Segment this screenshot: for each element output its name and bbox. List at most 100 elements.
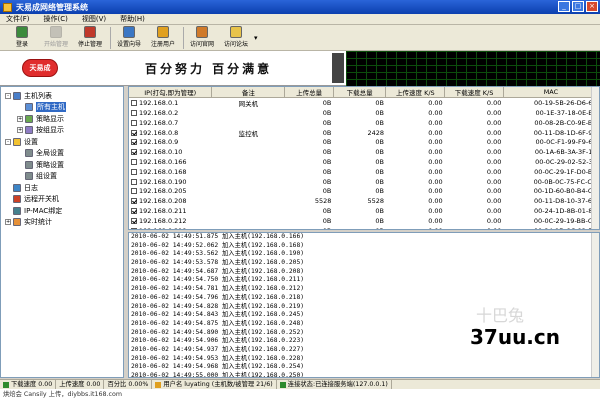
table-row[interactable]: 192.168.0.1 网关机 0B 0B 0.00 0.00 00-19-5B-26-D6…	[129, 98, 599, 108]
cell-download-speed: 0.00	[486, 118, 502, 127]
table-row[interactable]: 192.168.0.2180B0B0.000.0000-24-1D-8C-92-…	[129, 226, 599, 229]
table-row[interactable]: 192.168.0.10 0B 0B 0.00 0.00 00-1A-6B-3A-3F-1…	[129, 147, 599, 157]
manage-checkbox[interactable]	[131, 139, 137, 146]
manage-checkbox[interactable]	[131, 149, 137, 156]
manage-checkbox[interactable]	[131, 217, 137, 224]
table-row[interactable]: 192.168.0.190 0B 0B 0.00 0.00 00-0B-0C-75-FC-…	[129, 177, 599, 187]
ip-text: 192.168.0.10	[139, 148, 183, 157]
table-row[interactable]: 192.168.0.205 0B 0B 0.00 0.00 00-1D-60-B0-B4-…	[129, 187, 599, 197]
table-row[interactable]: 192.168.0.168 0B 0B 0.00 0.00 00-0C-29-1F-D0-…	[129, 167, 599, 177]
gear-icon	[25, 160, 33, 169]
table-row[interactable]: 192.168.0.208 5528 5528 0.00 0.00 00-11-D8-10…	[129, 196, 599, 206]
manage-checkbox[interactable]	[131, 208, 137, 215]
menu-view[interactable]: 视图(V)	[82, 14, 106, 24]
cell-note	[212, 206, 285, 216]
manage-checkbox[interactable]	[131, 178, 137, 185]
manage-checkbox[interactable]	[131, 198, 137, 205]
cell-download-total: 0B	[375, 216, 384, 225]
menu-help[interactable]: 帮助(H)	[120, 14, 145, 24]
table-row[interactable]: 192.168.0.211 0B 0B 0.00 0.00 00-24-1D-8B-01-…	[129, 206, 599, 216]
log-scrollbar[interactable]	[591, 233, 599, 377]
cell-download-speed: 0.00	[445, 226, 504, 229]
close-button[interactable]: ×	[586, 1, 598, 12]
expand-icon[interactable]: +	[17, 115, 23, 122]
cell-ip: 192.168.0.166	[129, 157, 212, 167]
cell-upload-speed: 0.00	[428, 207, 443, 216]
minimize-button[interactable]: _	[558, 1, 570, 12]
tree-item[interactable]: 全局设置	[17, 148, 64, 159]
table-row[interactable]: 192.168.0.212 0B 0B 0.00 0.00 00-0C-29-19-BB-…	[129, 216, 599, 226]
toolbar-button-3[interactable]: 设置向导	[113, 26, 145, 50]
expand-icon[interactable]: +	[5, 219, 11, 225]
col-download-speed[interactable]: 下载速度 K/S	[444, 87, 504, 98]
toolbar-button-4[interactable]: 注册用户	[147, 26, 179, 50]
banner-slogan: 百分努力 百分满意	[145, 62, 273, 76]
maximize-button[interactable]: □	[572, 1, 584, 12]
cell-download-total: 0B	[375, 108, 384, 117]
tree-item[interactable]: - 设置	[5, 136, 38, 147]
stats-icon	[13, 218, 21, 226]
cell-ip: 192.168.0.2	[129, 108, 212, 118]
tree-item[interactable]: 策略设置	[17, 159, 64, 170]
manage-checkbox[interactable]	[131, 159, 137, 166]
table-header: IP(打勾,即为管理) 备注 上传总量 下载总量 上传速度 K/S 下载速度 K…	[129, 87, 599, 98]
expand-icon[interactable]: +	[17, 127, 23, 133]
manage-checkbox[interactable]	[131, 129, 137, 136]
toolbar-button-0[interactable]: 登录	[6, 26, 38, 50]
table-row[interactable]: 192.168.0.166 0B 0B 0.00 0.00 00-0C-29-02-52-…	[129, 157, 599, 167]
title-bar: 天易成网络管理系统 _ □ ×	[0, 0, 600, 14]
col-ip[interactable]: IP(打勾,即为管理)	[129, 87, 213, 98]
ip-text: 192.168.0.218	[139, 227, 187, 229]
cell-upload-total: 0B	[322, 118, 332, 127]
cell-mac: 00-08-2B-C0-9E-B9	[534, 118, 597, 127]
tree-item[interactable]: + 实时统计	[5, 217, 52, 228]
cell-download-total: 0B	[375, 177, 384, 186]
toolbar-button-6[interactable]: 访问论坛	[220, 26, 252, 50]
cell-upload-speed: 0.00	[428, 187, 443, 196]
tree-item[interactable]: 组设置	[17, 171, 57, 182]
toolbar-button-5[interactable]: 访问官网	[186, 26, 218, 50]
col-note[interactable]: 备注	[211, 87, 286, 98]
collapse-icon[interactable]: -	[5, 92, 11, 99]
col-upload-speed[interactable]: 上传速度 K/S	[385, 87, 446, 98]
ip-text: 192.168.0.212	[139, 216, 187, 225]
toolbar-overflow-icon[interactable]: ▾	[254, 34, 258, 42]
cell-mac: 00-0B-0C-75-FC-CC	[533, 177, 597, 186]
toolbar-button-1[interactable]: 开始管理	[40, 26, 72, 50]
manage-checkbox[interactable]	[131, 168, 137, 175]
manage-checkbox[interactable]	[131, 188, 137, 195]
tree-item[interactable]: IP-MAC绑定	[5, 205, 62, 216]
table-row[interactable]: 192.168.0.7 0B 0B 0.00 0.00 00-08-2B-C0-9E-B9	[129, 118, 599, 128]
log-line: 2010-06-02 14:49:54.953 加入主机(192.168.0.2…	[131, 354, 305, 362]
cell-upload-speed: 0.00	[428, 158, 443, 167]
table-scrollbar[interactable]	[591, 87, 599, 229]
collapse-icon[interactable]: -	[5, 138, 11, 145]
tree-item[interactable]: 远程开关机	[5, 194, 59, 205]
menu-operate[interactable]: 操作(C)	[44, 14, 68, 24]
log-line: 2010-06-02 14:49:54.828 加入主机(192.168.0.2…	[131, 302, 305, 310]
manage-checkbox[interactable]	[131, 119, 137, 126]
col-download-total[interactable]: 下载总量	[333, 87, 387, 98]
tree-item[interactable]: - 主机列表	[5, 90, 52, 101]
menu-file[interactable]: 文件(F)	[6, 14, 30, 24]
cell-download-speed: 0.00	[486, 167, 502, 176]
col-mac[interactable]: MAC	[503, 87, 599, 98]
toolbar: 登录 开始管理 停止管理 设置向导 注册用户 访问官网 访问论坛 ▾	[0, 25, 600, 51]
tree-item[interactable]: 日志	[5, 182, 38, 193]
table-row[interactable]: 192.168.0.2 0B 0B 0.00 0.00 00-1E-37-18-0E-BF	[129, 108, 599, 118]
tree-item[interactable]: 所有主机	[17, 102, 66, 113]
cell-upload-total: 0B	[322, 177, 332, 186]
col-upload-total[interactable]: 上传总量	[284, 87, 334, 98]
toolbar-button-2[interactable]: 停止管理	[74, 26, 106, 50]
table-row[interactable]: 192.168.0.8 监控机 0B 2428 0.00 0.00 00-11-D8-1D-…	[129, 128, 599, 138]
tree-item[interactable]: + 按组显示	[17, 125, 64, 136]
manage-checkbox[interactable]	[131, 227, 137, 229]
tree-item-label: 日志	[24, 183, 38, 192]
manage-checkbox[interactable]	[131, 100, 137, 106]
log-line: 2010-06-02 14:49:54.796 加入主机(192.168.0.2…	[131, 293, 305, 301]
toolbar-button-label: 停止管理	[77, 41, 102, 48]
table-row[interactable]: 192.168.0.9 0B 0B 0.00 0.00 00-0C-F1-99-F9-69	[129, 138, 599, 148]
cell-download-total: 2428	[367, 128, 384, 137]
manage-checkbox[interactable]	[131, 109, 137, 116]
tree-item[interactable]: + 策略显示	[17, 113, 64, 124]
